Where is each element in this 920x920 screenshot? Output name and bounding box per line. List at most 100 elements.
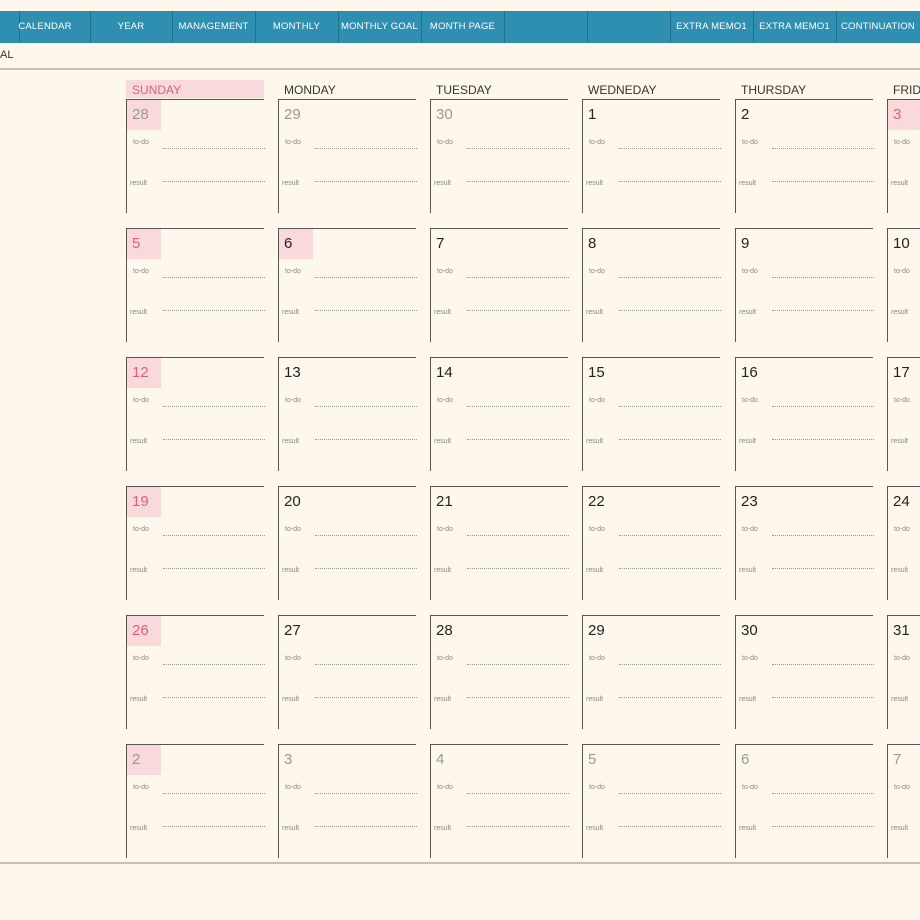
result-input-line[interactable] <box>772 826 874 827</box>
nav-tab-extra-memo1-8[interactable]: EXTRA MEMO1 <box>753 11 836 43</box>
result-input-line[interactable] <box>315 181 417 182</box>
nav-tab-extra-memo1-7[interactable]: EXTRA MEMO1 <box>670 11 753 43</box>
day-cell[interactable]: 17 to-do result <box>887 357 920 471</box>
result-input-line[interactable] <box>772 439 874 440</box>
todo-input-line[interactable] <box>467 148 569 149</box>
todo-input-line[interactable] <box>163 793 265 794</box>
day-cell[interactable]: 2 to-do result <box>735 99 874 213</box>
day-cell[interactable]: 23 to-do result <box>735 486 874 600</box>
nav-tab-year-1[interactable]: YEAR <box>90 11 172 43</box>
day-cell[interactable]: 15 to-do result <box>582 357 721 471</box>
result-input-line[interactable] <box>163 439 265 440</box>
day-cell[interactable]: 10 to-do result <box>887 228 920 342</box>
nav-tab-management-2[interactable]: MANAGEMENT <box>172 11 255 43</box>
result-input-line[interactable] <box>163 310 265 311</box>
result-input-line[interactable] <box>315 439 417 440</box>
day-cell[interactable]: 13 to-do result <box>278 357 417 471</box>
todo-input-line[interactable] <box>772 793 874 794</box>
todo-input-line[interactable] <box>315 664 417 665</box>
day-cell[interactable]: 28 to-do result <box>126 99 265 213</box>
todo-input-line[interactable] <box>772 277 874 278</box>
todo-input-line[interactable] <box>163 148 265 149</box>
day-cell[interactable]: 29 to-do result <box>278 99 417 213</box>
result-input-line[interactable] <box>772 568 874 569</box>
result-input-line[interactable] <box>163 181 265 182</box>
day-cell[interactable]: 30 to-do result <box>430 99 569 213</box>
result-input-line[interactable] <box>772 181 874 182</box>
todo-input-line[interactable] <box>772 148 874 149</box>
day-cell[interactable]: 20 to-do result <box>278 486 417 600</box>
todo-input-line[interactable] <box>163 535 265 536</box>
day-cell[interactable]: 2 to-do result <box>126 744 265 858</box>
todo-input-line[interactable] <box>772 406 874 407</box>
result-input-line[interactable] <box>619 826 721 827</box>
day-cell[interactable]: 30 to-do result <box>735 615 874 729</box>
day-cell[interactable]: 3 to-do result <box>278 744 417 858</box>
result-input-line[interactable] <box>619 697 721 698</box>
todo-input-line[interactable] <box>315 793 417 794</box>
result-input-line[interactable] <box>772 697 874 698</box>
todo-input-line[interactable] <box>619 535 721 536</box>
todo-input-line[interactable] <box>315 406 417 407</box>
todo-input-line[interactable] <box>467 535 569 536</box>
day-cell[interactable]: 27 to-do result <box>278 615 417 729</box>
todo-input-line[interactable] <box>163 277 265 278</box>
todo-input-line[interactable] <box>619 406 721 407</box>
day-cell[interactable]: 31 to-do result <box>887 615 920 729</box>
result-input-line[interactable] <box>619 439 721 440</box>
todo-input-line[interactable] <box>467 793 569 794</box>
day-cell[interactable]: 9 to-do result <box>735 228 874 342</box>
todo-input-line[interactable] <box>315 535 417 536</box>
todo-input-line[interactable] <box>619 277 721 278</box>
day-cell[interactable]: 26 to-do result <box>126 615 265 729</box>
result-input-line[interactable] <box>163 697 265 698</box>
day-cell[interactable]: 19 to-do result <box>126 486 265 600</box>
nav-tab-monthly-3[interactable]: MONTHLY <box>255 11 338 43</box>
result-input-line[interactable] <box>315 697 417 698</box>
day-cell[interactable]: 22 to-do result <box>582 486 721 600</box>
result-input-line[interactable] <box>163 568 265 569</box>
day-cell[interactable]: 21 to-do result <box>430 486 569 600</box>
todo-input-line[interactable] <box>772 535 874 536</box>
day-cell[interactable]: 24 to-do result <box>887 486 920 600</box>
todo-input-line[interactable] <box>467 406 569 407</box>
todo-input-line[interactable] <box>467 277 569 278</box>
todo-input-line[interactable] <box>315 277 417 278</box>
result-input-line[interactable] <box>619 181 721 182</box>
day-cell[interactable]: 7 to-do result <box>430 228 569 342</box>
day-cell[interactable]: 6 to-do result <box>735 744 874 858</box>
result-input-line[interactable] <box>315 310 417 311</box>
result-input-line[interactable] <box>163 826 265 827</box>
result-input-line[interactable] <box>619 568 721 569</box>
result-input-line[interactable] <box>467 310 569 311</box>
day-cell[interactable]: 8 to-do result <box>582 228 721 342</box>
todo-input-line[interactable] <box>467 664 569 665</box>
day-cell[interactable]: 5 to-do result <box>126 228 265 342</box>
nav-tab-blank-6[interactable] <box>504 11 587 43</box>
nav-tab-calendar-0[interactable]: CALENDAR <box>0 11 90 43</box>
todo-input-line[interactable] <box>315 148 417 149</box>
result-input-line[interactable] <box>315 568 417 569</box>
day-cell[interactable]: 1 to-do result <box>582 99 721 213</box>
todo-input-line[interactable] <box>619 793 721 794</box>
day-cell[interactable]: 12 to-do result <box>126 357 265 471</box>
result-input-line[interactable] <box>315 826 417 827</box>
result-input-line[interactable] <box>467 568 569 569</box>
nav-tab-month-page-5[interactable]: MONTH PAGE <box>421 11 504 43</box>
todo-input-line[interactable] <box>163 664 265 665</box>
day-cell[interactable]: 28 to-do result <box>430 615 569 729</box>
day-cell[interactable]: 16 to-do result <box>735 357 874 471</box>
day-cell[interactable]: 14 to-do result <box>430 357 569 471</box>
todo-input-line[interactable] <box>772 664 874 665</box>
nav-tab-monthly-goal-4[interactable]: MONTHLY GOAL <box>338 11 421 43</box>
day-cell[interactable]: 5 to-do result <box>582 744 721 858</box>
result-input-line[interactable] <box>467 439 569 440</box>
day-cell[interactable]: 7 to-do result <box>887 744 920 858</box>
day-cell[interactable]: 6 to-do result <box>278 228 417 342</box>
day-cell[interactable]: 4 to-do result <box>430 744 569 858</box>
result-input-line[interactable] <box>772 310 874 311</box>
todo-input-line[interactable] <box>619 664 721 665</box>
result-input-line[interactable] <box>619 310 721 311</box>
result-input-line[interactable] <box>467 826 569 827</box>
todo-input-line[interactable] <box>163 406 265 407</box>
